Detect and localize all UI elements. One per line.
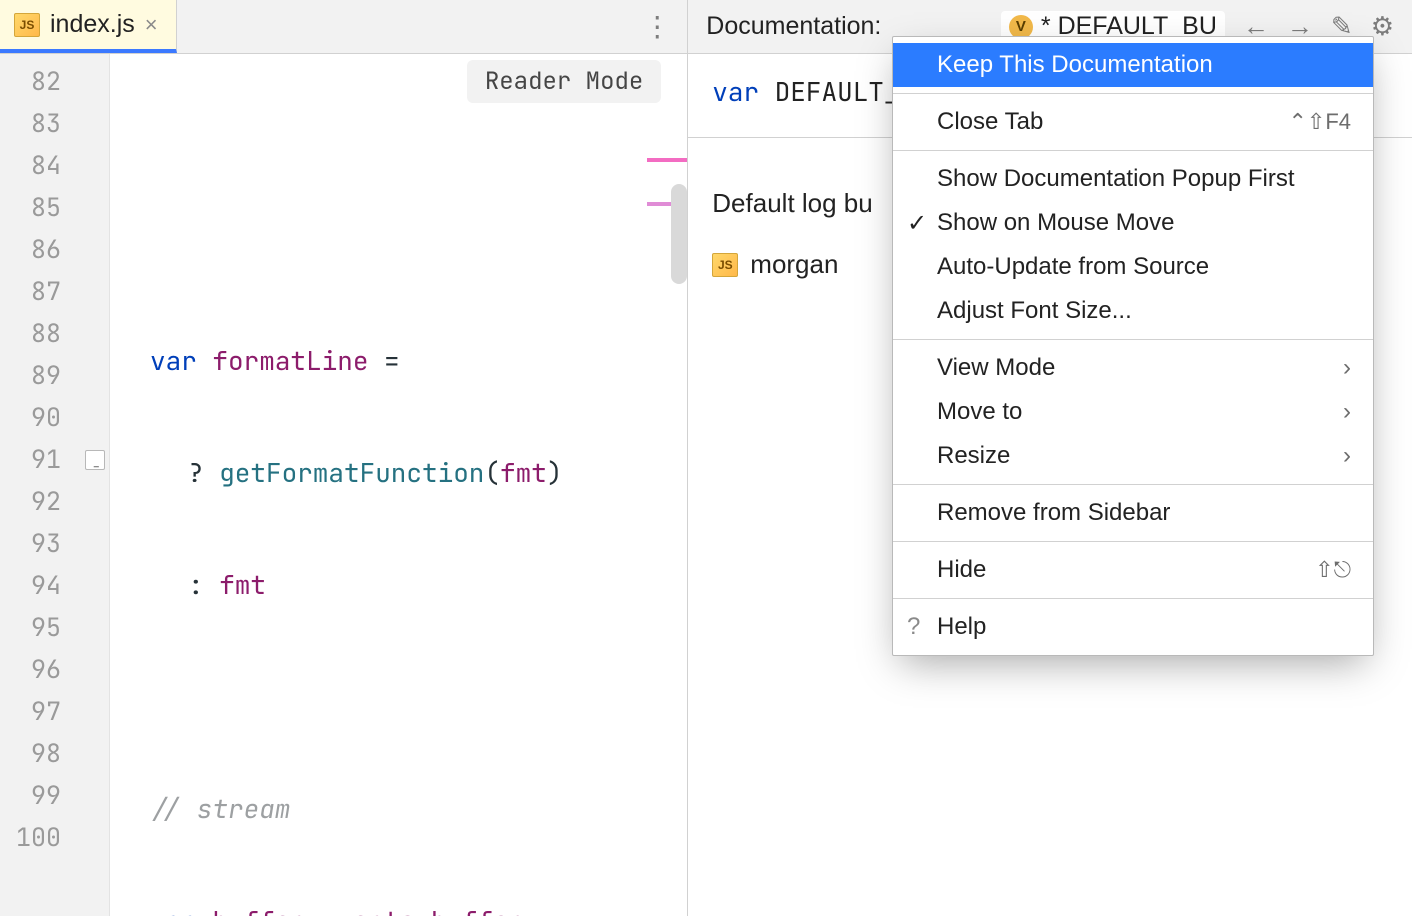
menu-move-to[interactable]: Move to› bbox=[893, 390, 1373, 434]
gear-icon[interactable]: ⚙ bbox=[1371, 11, 1394, 42]
menu-help[interactable]: ?Help bbox=[893, 605, 1373, 649]
marker-stripe bbox=[647, 158, 687, 162]
line-number: 96 bbox=[0, 648, 109, 690]
line-number: 97 bbox=[0, 690, 109, 732]
documentation-context-menu: Keep This Documentation Close Tab⌃⇧F4 Sh… bbox=[892, 36, 1374, 656]
code-area[interactable]: Reader Mode ✔f var formatLine = ? getFor… bbox=[110, 54, 687, 916]
menu-keep-documentation[interactable]: Keep This Documentation bbox=[893, 43, 1373, 87]
line-number: 88 bbox=[0, 312, 109, 354]
line-number[interactable]: 91 bbox=[0, 438, 109, 480]
line-number: 85 bbox=[0, 186, 109, 228]
editor-tabbar: index.js × ⋮ bbox=[0, 0, 687, 54]
scrollbar-thumb[interactable] bbox=[671, 184, 687, 284]
menu-show-popup-first[interactable]: Show Documentation Popup First bbox=[893, 157, 1373, 201]
line-number: 83 bbox=[0, 102, 109, 144]
line-number: 87 bbox=[0, 270, 109, 312]
js-file-icon bbox=[14, 13, 40, 37]
editor-tab-indexjs[interactable]: index.js × bbox=[0, 0, 177, 53]
tab-more-icon[interactable]: ⋮ bbox=[643, 0, 671, 53]
menu-view-mode[interactable]: View Mode› bbox=[893, 346, 1373, 390]
chevron-right-icon: › bbox=[1343, 398, 1351, 426]
menu-auto-update[interactable]: Auto-Update from Source bbox=[893, 245, 1373, 289]
line-number: 89 bbox=[0, 354, 109, 396]
chevron-right-icon: › bbox=[1343, 354, 1351, 382]
line-number: 90 bbox=[0, 396, 109, 438]
editor-body: 82 83 84 85 86 87 88 89 90 91 92 93 94 9… bbox=[0, 54, 687, 916]
help-icon: ? bbox=[907, 613, 920, 641]
menu-hide[interactable]: Hide⇧⎋ bbox=[893, 548, 1373, 592]
chevron-right-icon: › bbox=[1343, 442, 1351, 470]
line-number: 82 bbox=[0, 60, 109, 102]
line-number: 86 bbox=[0, 228, 109, 270]
line-number: 98 bbox=[0, 732, 109, 774]
js-file-icon bbox=[712, 253, 738, 277]
doc-header-label: Documentation: bbox=[706, 12, 881, 41]
line-number: 99 bbox=[0, 774, 109, 816]
line-number: 94 bbox=[0, 564, 109, 606]
menu-remove-from-sidebar[interactable]: Remove from Sidebar bbox=[893, 491, 1373, 535]
menu-show-on-mouse-move[interactable]: ✓Show on Mouse Move bbox=[893, 201, 1373, 245]
line-number: 100 bbox=[0, 816, 109, 858]
line-number: 95 bbox=[0, 606, 109, 648]
menu-resize[interactable]: Resize› bbox=[893, 434, 1373, 478]
tab-filename: index.js bbox=[50, 10, 135, 39]
close-icon[interactable]: × bbox=[145, 12, 158, 38]
line-number: 93 bbox=[0, 522, 109, 564]
check-icon: ✓ bbox=[907, 209, 927, 238]
line-number: 84 bbox=[0, 144, 109, 186]
menu-adjust-font-size[interactable]: Adjust Font Size... bbox=[893, 289, 1373, 333]
variable-icon: V bbox=[1009, 15, 1033, 39]
editor-panel: index.js × ⋮ 82 83 84 85 86 87 88 89 90 … bbox=[0, 0, 688, 916]
gutter: 82 83 84 85 86 87 88 89 90 91 92 93 94 9… bbox=[0, 54, 110, 916]
reader-mode-badge[interactable]: Reader Mode bbox=[467, 60, 661, 103]
menu-close-tab[interactable]: Close Tab⌃⇧F4 bbox=[893, 100, 1373, 144]
